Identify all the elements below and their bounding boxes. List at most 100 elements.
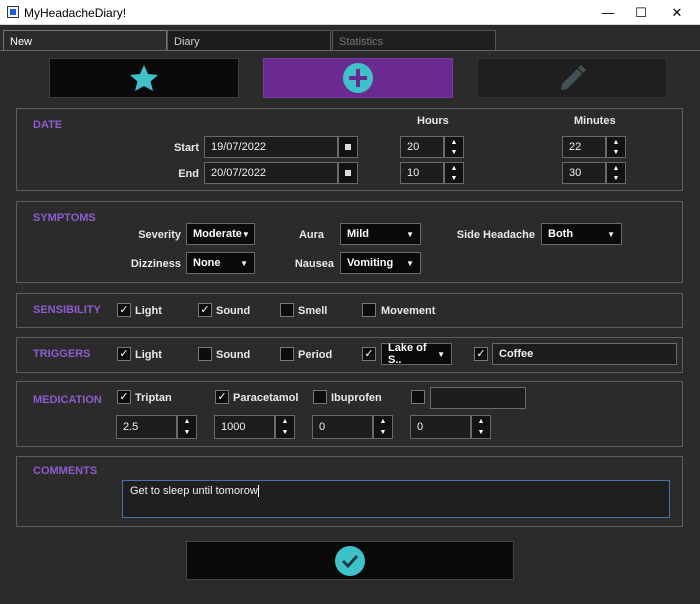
medication-ibuprofen-label: Ibuprofen <box>331 392 382 404</box>
severity-value: Moderate <box>193 228 242 240</box>
tab-divider <box>0 50 700 51</box>
end-label: End <box>178 168 199 180</box>
up-arrow-icon[interactable]: ▲ <box>607 163 625 173</box>
down-arrow-icon[interactable]: ▼ <box>607 173 625 183</box>
down-arrow-icon[interactable]: ▼ <box>607 147 625 157</box>
trigger-select[interactable]: Lake of S.. ▼ <box>381 342 452 366</box>
chevron-down-icon: ▼ <box>406 229 414 239</box>
hours-label: Hours <box>417 115 449 127</box>
add-entry-button[interactable] <box>263 58 453 98</box>
start-date-picker-button[interactable] <box>338 136 358 158</box>
chevron-down-icon: ▼ <box>240 258 248 268</box>
medication-section-title: MEDICATION <box>33 394 102 406</box>
chevron-down-icon: ▼ <box>406 258 414 268</box>
ibuprofen-dose-field[interactable]: 0 <box>312 415 373 439</box>
up-arrow-icon[interactable]: ▲ <box>178 416 196 427</box>
start-hours-spinner[interactable]: ▲ ▼ <box>444 136 464 158</box>
comments-text: Get to sleep until tomorow <box>130 485 258 497</box>
trigger-period-checkbox[interactable] <box>280 347 294 361</box>
title-bar: MyHeadacheDiary! — ☐ ✕ <box>0 0 700 25</box>
date-section-title: DATE <box>33 119 63 131</box>
medication-paracetamol-checkbox[interactable]: ✓ <box>215 390 229 404</box>
custom-dose-field[interactable]: 0 <box>410 415 471 439</box>
calendar-icon <box>345 144 351 150</box>
chevron-down-icon: ▼ <box>437 349 445 359</box>
window-title: MyHeadacheDiary! <box>24 6 127 20</box>
up-arrow-icon[interactable]: ▲ <box>276 416 294 427</box>
minutes-label: Minutes <box>574 115 616 127</box>
down-arrow-icon[interactable]: ▼ <box>445 147 463 157</box>
end-minutes-field[interactable]: 30 <box>562 162 606 184</box>
sensibility-smell-checkbox[interactable] <box>280 303 294 317</box>
up-arrow-icon[interactable]: ▲ <box>374 416 392 427</box>
plus-circle-icon <box>343 63 373 93</box>
end-date-field[interactable]: 20/07/2022 <box>204 162 338 184</box>
trigger-light-checkbox[interactable]: ✓ <box>117 347 131 361</box>
trigger-custom-field[interactable]: Coffee <box>492 343 677 365</box>
edit-button[interactable] <box>477 58 667 98</box>
nausea-label: Nausea <box>294 258 334 270</box>
down-arrow-icon[interactable]: ▼ <box>374 427 392 438</box>
sensibility-light-checkbox[interactable]: ✓ <box>117 303 131 317</box>
tab-statistics[interactable]: Statistics <box>332 30 496 51</box>
sensibility-sound-checkbox[interactable]: ✓ <box>198 303 212 317</box>
start-date-field[interactable]: 19/07/2022 <box>204 136 338 158</box>
trigger-custom-checkbox[interactable]: ✓ <box>474 347 488 361</box>
severity-select[interactable]: Moderate ▼ <box>186 223 255 245</box>
end-minutes-spinner[interactable]: ▲ ▼ <box>606 162 626 184</box>
end-hours-spinner[interactable]: ▲ ▼ <box>444 162 464 184</box>
trigger-select-value: Lake of S.. <box>388 342 427 366</box>
trigger-combo-checkbox[interactable]: ✓ <box>362 347 376 361</box>
end-hours-field[interactable]: 10 <box>400 162 444 184</box>
nausea-select[interactable]: Vomiting ▼ <box>340 252 421 274</box>
start-minutes-spinner[interactable]: ▲ ▼ <box>606 136 626 158</box>
down-arrow-icon[interactable]: ▼ <box>276 427 294 438</box>
medication-triptan-label: Triptan <box>135 392 172 404</box>
pencil-icon <box>561 65 586 90</box>
down-arrow-icon[interactable]: ▼ <box>472 427 490 438</box>
sensibility-movement-label: Movement <box>381 305 436 317</box>
medication-custom-checkbox[interactable] <box>411 390 425 404</box>
triptan-dose-spinner[interactable]: ▲ ▼ <box>177 415 197 439</box>
text-cursor <box>257 485 259 498</box>
ibuprofen-dose-spinner[interactable]: ▲ ▼ <box>373 415 393 439</box>
dizziness-label: Dizziness <box>130 258 181 270</box>
nausea-value: Vomiting <box>347 257 394 269</box>
comments-section-title: COMMENTS <box>33 465 98 477</box>
medication-triptan-checkbox[interactable]: ✓ <box>117 390 131 404</box>
trigger-sound-checkbox[interactable] <box>198 347 212 361</box>
favorite-button[interactable] <box>49 58 239 98</box>
comments-textarea[interactable]: Get to sleep until tomorow <box>122 480 670 518</box>
app-icon <box>7 6 19 18</box>
side-headache-value: Both <box>548 228 574 240</box>
paracetamol-dose-field[interactable]: 1000 <box>214 415 275 439</box>
up-arrow-icon[interactable]: ▲ <box>445 137 463 147</box>
submit-button[interactable] <box>186 541 514 580</box>
side-headache-select[interactable]: Both ▼ <box>541 223 622 245</box>
start-hours-field[interactable]: 20 <box>400 136 444 158</box>
tab-new[interactable]: New <box>3 30 167 51</box>
end-date-picker-button[interactable] <box>338 162 358 184</box>
chevron-down-icon: ▼ <box>607 229 615 239</box>
paracetamol-dose-spinner[interactable]: ▲ ▼ <box>275 415 295 439</box>
custom-dose-spinner[interactable]: ▲ ▼ <box>471 415 491 439</box>
medication-custom-name-field[interactable] <box>430 387 526 409</box>
sensibility-movement-checkbox[interactable] <box>362 303 376 317</box>
trigger-light-label: Light <box>135 349 162 361</box>
down-arrow-icon[interactable]: ▼ <box>178 427 196 438</box>
start-minutes-field[interactable]: 22 <box>562 136 606 158</box>
aura-select[interactable]: Mild ▼ <box>340 223 421 245</box>
start-label: Start <box>173 142 199 154</box>
tab-diary[interactable]: Diary <box>167 30 331 51</box>
up-arrow-icon[interactable]: ▲ <box>445 163 463 173</box>
down-arrow-icon[interactable]: ▼ <box>445 173 463 183</box>
side-headache-label: Side Headache <box>456 229 535 241</box>
triptan-dose-field[interactable]: 2.5 <box>116 415 177 439</box>
dizziness-select[interactable]: None ▼ <box>186 252 255 274</box>
up-arrow-icon[interactable]: ▲ <box>472 416 490 427</box>
sensibility-smell-label: Smell <box>298 305 328 317</box>
calendar-icon <box>345 170 351 176</box>
close-button[interactable]: ✕ <box>654 0 700 25</box>
up-arrow-icon[interactable]: ▲ <box>607 137 625 147</box>
medication-ibuprofen-checkbox[interactable] <box>313 390 327 404</box>
